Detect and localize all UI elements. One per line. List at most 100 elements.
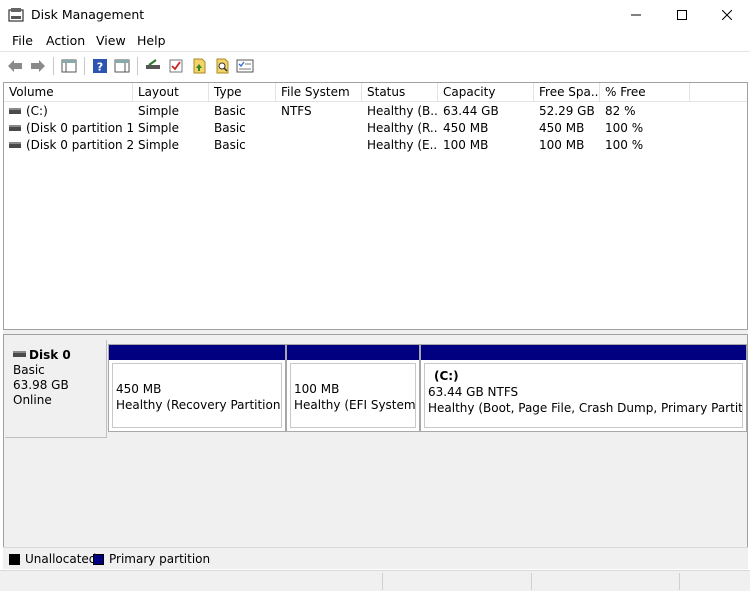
maximize-button[interactable]: [659, 0, 705, 30]
layout-cell: Simple: [138, 104, 179, 118]
capacity-cell: 450 MB: [443, 121, 489, 135]
volume-list[interactable]: Volume Layout Type File System Status Ca…: [3, 82, 748, 330]
drive-icon: [9, 107, 21, 114]
partition-size: 450 MB: [116, 382, 162, 396]
disk-state: Online: [13, 393, 52, 407]
close-button[interactable]: [704, 0, 750, 30]
file-system-cell: NTFS: [281, 104, 312, 118]
column-header-status[interactable]: Status: [362, 83, 438, 102]
partition-status: Healthy (Boot, Page File, Crash Dump, Pr…: [428, 401, 743, 415]
file-system-cell: [276, 137, 362, 154]
search-icon: [216, 58, 229, 74]
partition-recovery[interactable]: 450 MB Healthy (Recovery Partition): [108, 344, 286, 432]
legend-swatch-unallocated: [9, 554, 20, 565]
partition-info: 450 MB Healthy (Recovery Partition): [112, 363, 282, 428]
free-space-cell: 52.29 GB: [539, 104, 595, 118]
console-tree-button[interactable]: [58, 56, 80, 76]
volume-cell: (Disk 0 partition 2): [4, 137, 133, 154]
minimize-icon: [631, 14, 641, 16]
search-button[interactable]: [211, 56, 233, 76]
column-headers: Volume Layout Type File System Status Ca…: [4, 83, 747, 102]
help-button[interactable]: ?: [89, 56, 111, 76]
rescan-icon: [146, 59, 160, 69]
column-header-volume[interactable]: Volume: [4, 83, 133, 102]
menu-bar: File Action View Help: [0, 30, 750, 52]
free-space-cell: 450 MB: [539, 121, 585, 135]
volume-name: (Disk 0 partition 2): [26, 138, 133, 152]
help-icon: ?: [93, 59, 107, 74]
drive-icon: [9, 124, 21, 131]
type-cell: Basic: [214, 104, 246, 118]
back-icon: [8, 60, 22, 72]
close-icon: [722, 10, 732, 20]
partition-c[interactable]: (C:) 63.44 GB NTFS Healthy (Boot, Page F…: [420, 344, 747, 432]
volume-name: (Disk 0 partition 1): [26, 121, 133, 135]
percent-free-cell: 100 %: [605, 121, 644, 135]
column-header-percent-free[interactable]: % Free: [600, 83, 690, 102]
legend-label-primary: Primary partition: [109, 552, 211, 566]
percent-free-cell: 100 %: [605, 138, 644, 152]
legend: Unallocated Primary partition: [3, 547, 748, 569]
volume-cell: (C:): [4, 103, 133, 120]
menu-file[interactable]: File: [12, 33, 33, 48]
column-header-layout[interactable]: Layout: [133, 83, 209, 102]
disk-kind: Basic: [13, 363, 45, 377]
forward-icon: [31, 60, 45, 72]
partition-type-bar: [421, 345, 746, 360]
show-hide-button[interactable]: [111, 56, 133, 76]
forward-button[interactable]: [27, 56, 49, 76]
disk-name: Disk 0: [29, 348, 71, 362]
properties-icon: [236, 59, 254, 73]
table-row[interactable]: (Disk 0 partition 2) Simple Basic Health…: [4, 137, 747, 154]
window-title: Disk Management: [31, 7, 145, 22]
menu-help[interactable]: Help: [137, 33, 166, 48]
table-row[interactable]: (Disk 0 partition 1) Simple Basic Health…: [4, 120, 747, 137]
title-bar: Disk Management: [0, 0, 750, 30]
disk-0-label[interactable]: Disk 0 Basic 63.98 GB Online: [5, 340, 107, 438]
free-space-cell: 100 MB: [539, 138, 585, 152]
toolbar: ?: [0, 53, 750, 80]
show-hide-icon: [114, 59, 130, 73]
back-button[interactable]: [4, 56, 26, 76]
partition-size: 63.44 GB NTFS: [428, 385, 519, 399]
disk-icon: [13, 350, 26, 357]
partition-type-bar: [109, 345, 285, 360]
capacity-cell: 100 MB: [443, 138, 489, 152]
table-row[interactable]: (C:) Simple Basic NTFS Healthy (B... 63.…: [4, 103, 747, 120]
partition-status: Healthy (EFI System Pa: [294, 398, 416, 412]
refresh-button[interactable]: [188, 56, 210, 76]
partition-info: (C:) 63.44 GB NTFS Healthy (Boot, Page F…: [424, 363, 743, 428]
type-cell: Basic: [214, 121, 246, 135]
column-header-file-system[interactable]: File System: [276, 83, 362, 102]
file-system-cell: [276, 120, 362, 137]
partition-status: Healthy (Recovery Partition): [116, 398, 282, 412]
menu-action[interactable]: Action: [46, 33, 85, 48]
disk-map[interactable]: Disk 0 Basic 63.98 GB Online 450 MB Heal…: [3, 334, 748, 568]
minimize-button[interactable]: [613, 0, 659, 30]
check-button[interactable]: [165, 56, 187, 76]
legend-swatch-primary: [93, 554, 104, 565]
volume-name: (C:): [26, 104, 48, 118]
partition-efi[interactable]: 100 MB Healthy (EFI System Pa: [286, 344, 420, 432]
maximize-icon: [677, 10, 687, 20]
layout-cell: Simple: [138, 138, 179, 152]
menu-view[interactable]: View: [96, 33, 126, 48]
status-bar-divider: [679, 573, 680, 590]
status-bar-divider: [382, 573, 383, 590]
drive-icon: [9, 141, 21, 148]
console-tree-icon: [61, 59, 77, 73]
partition-size: 100 MB: [294, 382, 340, 396]
partition-type-bar: [287, 345, 419, 360]
disk-management-icon: [8, 8, 24, 22]
partition-label: (C:): [434, 369, 459, 383]
percent-free-cell: 82 %: [605, 104, 636, 118]
layout-cell: Simple: [138, 121, 179, 135]
column-header-type[interactable]: Type: [209, 83, 276, 102]
rescan-button[interactable]: [142, 56, 164, 76]
status-cell: Healthy (R...: [367, 121, 438, 135]
status-cell: Healthy (B...: [367, 104, 438, 118]
column-header-capacity[interactable]: Capacity: [438, 83, 534, 102]
properties-button[interactable]: [234, 56, 256, 76]
column-header-free-space[interactable]: Free Spa...: [534, 83, 600, 102]
disk-size: 63.98 GB: [13, 378, 69, 392]
